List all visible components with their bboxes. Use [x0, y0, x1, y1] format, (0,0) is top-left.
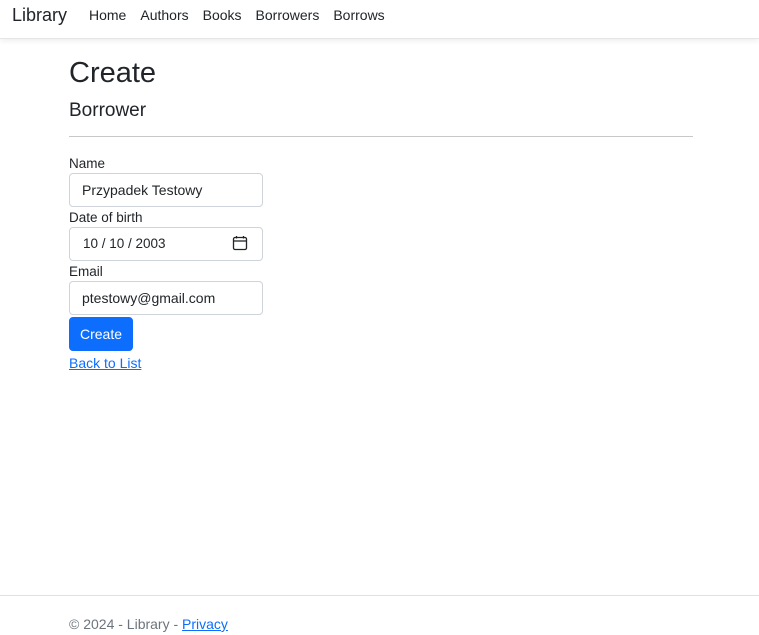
dob-field-wrap: 10 / 10 / 2003 — [69, 227, 263, 261]
create-button[interactable]: Create — [69, 317, 133, 351]
email-field-wrap — [69, 281, 263, 315]
privacy-link[interactable]: Privacy — [182, 616, 228, 632]
nav-link-authors[interactable]: Authors — [140, 7, 188, 23]
dob-label: Date of birth — [69, 210, 143, 225]
footer-divider — [0, 595, 759, 596]
brand-link[interactable]: Library — [12, 5, 67, 26]
email-label: Email — [69, 264, 103, 279]
nav-link-borrowers[interactable]: Borrowers — [256, 7, 320, 23]
back-to-list-link[interactable]: Back to List — [69, 355, 693, 371]
email-input[interactable] — [69, 281, 263, 315]
nav-link-home[interactable]: Home — [89, 7, 126, 23]
navbar: Library Home Authors Books Borrowers Bor… — [0, 0, 759, 39]
nav-links: Home Authors Books Borrowers Borrows — [89, 7, 399, 23]
footer-text: © 2024 - Library - — [69, 616, 183, 632]
nav-link-borrows[interactable]: Borrows — [333, 7, 384, 23]
divider — [69, 136, 693, 137]
nav-link-books[interactable]: Books — [203, 7, 242, 23]
main-content: Create Borrower Name Date of birth 10 / … — [69, 55, 693, 371]
name-input[interactable] — [69, 173, 263, 207]
page-subtitle: Borrower — [69, 100, 147, 121]
calendar-icon[interactable] — [232, 235, 248, 251]
name-field-wrap — [69, 173, 263, 207]
create-borrower-form: Name Date of birth 10 / 10 / 2003 Email … — [69, 155, 263, 351]
page-title: Create — [69, 57, 157, 89]
name-label: Name — [69, 156, 106, 171]
footer: © 2024 - Library - Privacy — [69, 616, 228, 632]
